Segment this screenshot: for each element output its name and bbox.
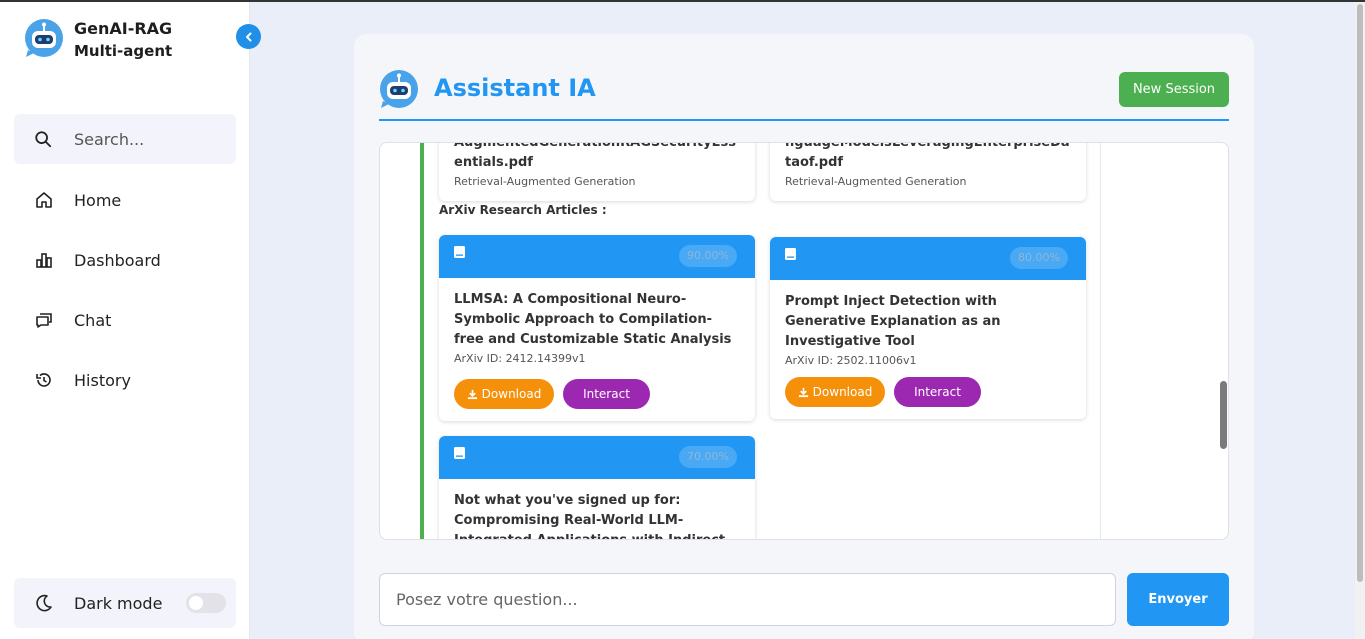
chat-icon — [36, 313, 52, 328]
article-title: LLMSA: A Compositional Neuro-Symbolic Ap… — [454, 292, 732, 347]
robot-logo-icon — [25, 19, 63, 57]
relevance-score: 70.00% — [679, 446, 737, 468]
sidebar-item-history[interactable]: History — [34, 368, 131, 392]
document-category: Retrieval-Augmented Generation — [785, 175, 967, 188]
toggle-knob — [189, 596, 203, 610]
assistant-panel: Assistant IA New Session AugmentedGenera… — [354, 34, 1254, 639]
chat-scrollbar[interactable] — [1220, 381, 1227, 449]
book-icon — [454, 447, 465, 459]
download-icon — [467, 389, 477, 399]
sidebar-item-label: Dashboard — [74, 250, 161, 270]
header-divider — [379, 119, 1229, 121]
moon-icon — [36, 594, 52, 612]
search-icon — [35, 131, 52, 148]
dark-mode-toggle[interactable] — [186, 593, 226, 613]
relevance-score: 80.00% — [1010, 247, 1068, 269]
brand-subtitle: Multi-agent — [74, 42, 173, 60]
chevron-left-icon — [245, 32, 251, 41]
book-icon — [785, 248, 796, 260]
message-accent-bar — [420, 143, 424, 539]
search-input[interactable] — [74, 129, 224, 149]
article-title: Not what you've signed up for: Compromis… — [454, 493, 725, 539]
robot-logo-icon — [380, 70, 418, 108]
dark-mode-label: Dark mode — [74, 593, 163, 613]
document-card: AugmentedGenerationRAGSecurityEssentials… — [439, 142, 755, 201]
sidebar-search[interactable] — [14, 114, 236, 164]
send-button[interactable]: Envoyer — [1127, 573, 1229, 626]
new-session-button[interactable]: New Session — [1119, 72, 1229, 107]
chat-messages[interactable]: AugmentedGenerationRAGSecurityEssentials… — [379, 142, 1229, 540]
download-label: Download — [812, 385, 873, 399]
interact-button[interactable]: Interact — [894, 377, 981, 407]
document-title: nguageModelsLeveragingEnterpriseDataof.p… — [785, 142, 1070, 170]
sidebar-item-label: Chat — [74, 310, 112, 330]
download-label: Download — [481, 387, 542, 401]
article-card: 90.00% LLMSA: A Compositional Neuro-Symb… — [439, 235, 755, 421]
sidebar: GenAI-RAG Multi-agent Home Dashboard Cha… — [0, 2, 250, 639]
collapse-sidebar-button[interactable] — [236, 24, 261, 49]
history-icon — [36, 373, 51, 387]
bar-chart-icon — [36, 253, 52, 268]
page-scrollbar-thumb[interactable] — [1357, 4, 1363, 582]
interact-label: Interact — [583, 387, 630, 401]
article-card: 80.00% Prompt Inject Detection with Gene… — [770, 237, 1086, 419]
document-title: AugmentedGenerationRAGSecurityEssentials… — [454, 142, 736, 170]
download-button[interactable]: Download — [454, 379, 554, 409]
brand-name: GenAI-RAG — [74, 19, 173, 38]
section-label: ArXiv Research Articles : — [439, 203, 607, 217]
brand: GenAI-RAG Multi-agent — [24, 18, 172, 62]
article-card: 70.00% Not what you've signed up for: Co… — [439, 436, 755, 539]
article-card-header: 90.00% — [439, 235, 755, 278]
relevance-score: 90.00% — [679, 245, 737, 267]
article-title: Prompt Inject Detection with Generative … — [785, 294, 1001, 349]
sidebar-item-dashboard[interactable]: Dashboard — [34, 248, 161, 272]
download-icon — [798, 387, 808, 397]
sidebar-item-label: Home — [74, 190, 122, 210]
panel-divider — [1100, 143, 1101, 539]
book-icon — [454, 246, 465, 258]
message-composer: Envoyer — [379, 573, 1229, 626]
sidebar-item-chat[interactable]: Chat — [34, 308, 111, 332]
sidebar-item-home[interactable]: Home — [34, 188, 121, 212]
interact-button[interactable]: Interact — [563, 379, 650, 409]
arxiv-id: ArXiv ID: 2502.11006v1 — [785, 354, 917, 367]
question-input[interactable] — [379, 573, 1116, 626]
article-card-header: 80.00% — [770, 237, 1086, 280]
page-title: Assistant IA — [434, 74, 596, 102]
sidebar-item-label: History — [74, 370, 131, 390]
download-button[interactable]: Download — [785, 377, 885, 407]
document-category: Retrieval-Augmented Generation — [454, 175, 636, 188]
dark-mode-row: Dark mode — [14, 578, 236, 628]
home-icon — [36, 192, 52, 208]
document-card: nguageModelsLeveragingEnterpriseDataof.p… — [770, 142, 1086, 201]
arxiv-id: ArXiv ID: 2412.14399v1 — [454, 352, 586, 365]
article-card-header: 70.00% — [439, 436, 755, 479]
interact-label: Interact — [914, 385, 961, 399]
